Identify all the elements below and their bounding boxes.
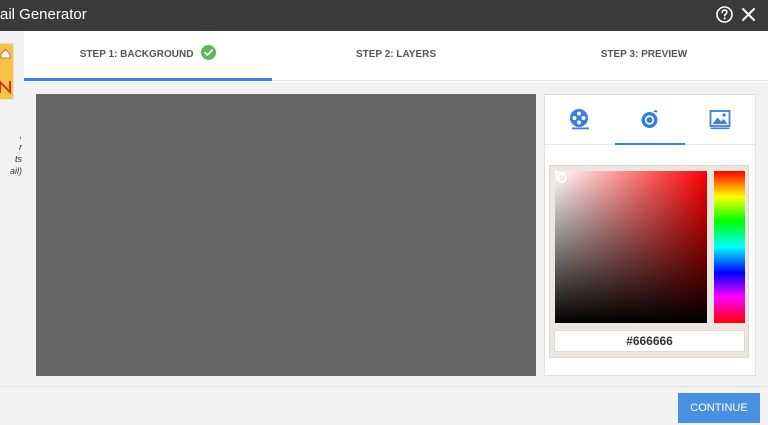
left-caption: , r ts ail) xyxy=(0,129,22,177)
house-icon xyxy=(0,48,11,59)
left-caption-line: ts xyxy=(14,154,22,164)
template-thumbnail[interactable] xyxy=(0,43,14,100)
tab-video-background[interactable] xyxy=(545,95,615,145)
hue-slider[interactable] xyxy=(714,171,745,323)
check-circle-icon xyxy=(201,45,217,61)
background-options-panel xyxy=(544,94,756,376)
color-drop-icon xyxy=(641,109,658,128)
close-icon[interactable] xyxy=(739,5,758,24)
continue-button[interactable]: CONTINUE xyxy=(678,393,760,423)
logo-mark-icon xyxy=(0,80,11,94)
step-content xyxy=(24,82,768,386)
left-caption-line: r xyxy=(19,142,22,152)
tab-label: STEP 2: LAYERS xyxy=(355,49,437,60)
film-reel-icon xyxy=(570,109,589,130)
tab-label: STEP 1: BACKGROUND xyxy=(79,49,194,60)
tab-color-background[interactable] xyxy=(615,95,685,145)
dialog-footer: CONTINUE xyxy=(0,386,768,425)
background-canvas-preview xyxy=(36,94,536,376)
step-tabs: STEP 1: BACKGROUND STEP 2: LAYERS STEP 3… xyxy=(24,31,768,81)
left-caption-line: , xyxy=(19,130,22,140)
left-sidebar: , r ts ail) xyxy=(0,31,24,386)
help-circle-icon[interactable] xyxy=(715,5,734,24)
tab-image-background[interactable] xyxy=(685,95,755,145)
tab-step-layers[interactable]: STEP 2: LAYERS xyxy=(272,31,520,81)
title-bar: ail Generator xyxy=(0,0,768,31)
panel-tabs xyxy=(545,95,755,145)
tab-label: STEP 3: PREVIEW xyxy=(600,49,688,60)
hex-color-input[interactable] xyxy=(554,330,745,352)
left-caption-line: ail) xyxy=(9,166,22,176)
tab-step-background[interactable]: STEP 1: BACKGROUND xyxy=(24,31,272,81)
saturation-value-area[interactable] xyxy=(555,171,707,323)
tab-step-preview[interactable]: STEP 3: PREVIEW xyxy=(520,31,768,81)
color-picker xyxy=(549,165,749,358)
generator-dialog: STEP 1: BACKGROUND STEP 2: LAYERS STEP 3… xyxy=(24,31,768,386)
window-title: ail Generator xyxy=(0,6,87,23)
color-picker-handle[interactable] xyxy=(557,173,567,183)
image-icon xyxy=(709,110,731,130)
